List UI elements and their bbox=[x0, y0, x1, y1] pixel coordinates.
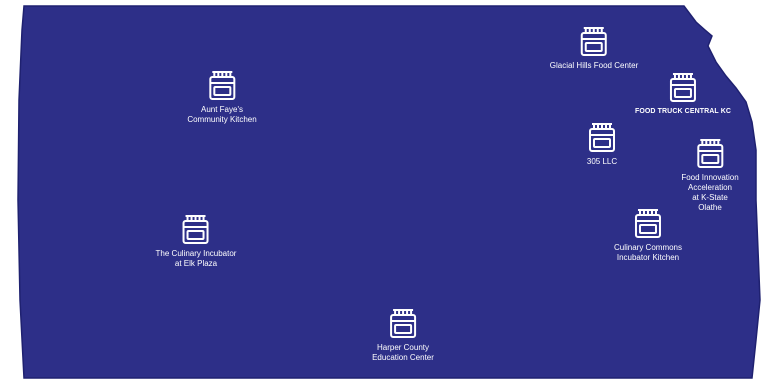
kitchen-label: Acceleration bbox=[687, 183, 733, 192]
kitchen-marker-harper-county[interactable]: Harper County Education Center bbox=[372, 306, 434, 363]
kitchen-marker-food-innovation[interactable]: Food Innovation Acceleration at K-State … bbox=[681, 136, 739, 213]
kitchen-label: Aunt Faye's bbox=[200, 105, 243, 114]
kitchen-label: The Culinary Incubator bbox=[155, 249, 237, 258]
kitchen-label: Education Center bbox=[372, 353, 434, 362]
kitchen-label: at Elk Plaza bbox=[174, 259, 218, 268]
kitchen-label: Incubator Kitchen bbox=[616, 253, 680, 262]
stove-icon bbox=[389, 309, 416, 338]
kitchen-marker-aunt-fayes[interactable]: Aunt Faye's Community Kitchen bbox=[187, 68, 257, 125]
kitchen-label: Community Kitchen bbox=[187, 115, 257, 124]
kitchen-label: Glacial Hills Food Center bbox=[549, 61, 639, 70]
stove-icon bbox=[697, 139, 723, 168]
stove-icon bbox=[669, 73, 696, 102]
stove-icon bbox=[208, 71, 235, 100]
kitchen-marker-glacial-hills[interactable]: Glacial Hills Food Center bbox=[550, 24, 638, 71]
kitchen-marker-food-truck-central[interactable]: FOOD TRUCK CENTRAL KC bbox=[635, 70, 731, 117]
kitchen-label: Culinary Commons bbox=[613, 243, 683, 252]
kitchen-label: Olathe bbox=[698, 203, 722, 212]
kitchen-label: Harper County bbox=[376, 343, 430, 352]
kitchen-marker-culinary-incubator-elk[interactable]: The Culinary Incubator at Elk Plaza bbox=[155, 212, 237, 269]
stove-icon bbox=[589, 123, 615, 152]
kitchen-label: at K-State bbox=[692, 193, 728, 202]
kitchen-label: FOOD TRUCK CENTRAL KC bbox=[634, 108, 732, 115]
kitchen-marker-305-llc[interactable]: 305 LLC bbox=[586, 120, 618, 167]
kitchen-label: Food Innovation bbox=[681, 173, 739, 182]
stove-icon bbox=[580, 27, 607, 56]
kitchen-label: 305 LLC bbox=[586, 157, 618, 166]
kitchen-marker-culinary-commons[interactable]: Culinary Commons Incubator Kitchen bbox=[614, 206, 682, 263]
stove-icon bbox=[635, 209, 661, 238]
stove-icon bbox=[183, 215, 209, 244]
